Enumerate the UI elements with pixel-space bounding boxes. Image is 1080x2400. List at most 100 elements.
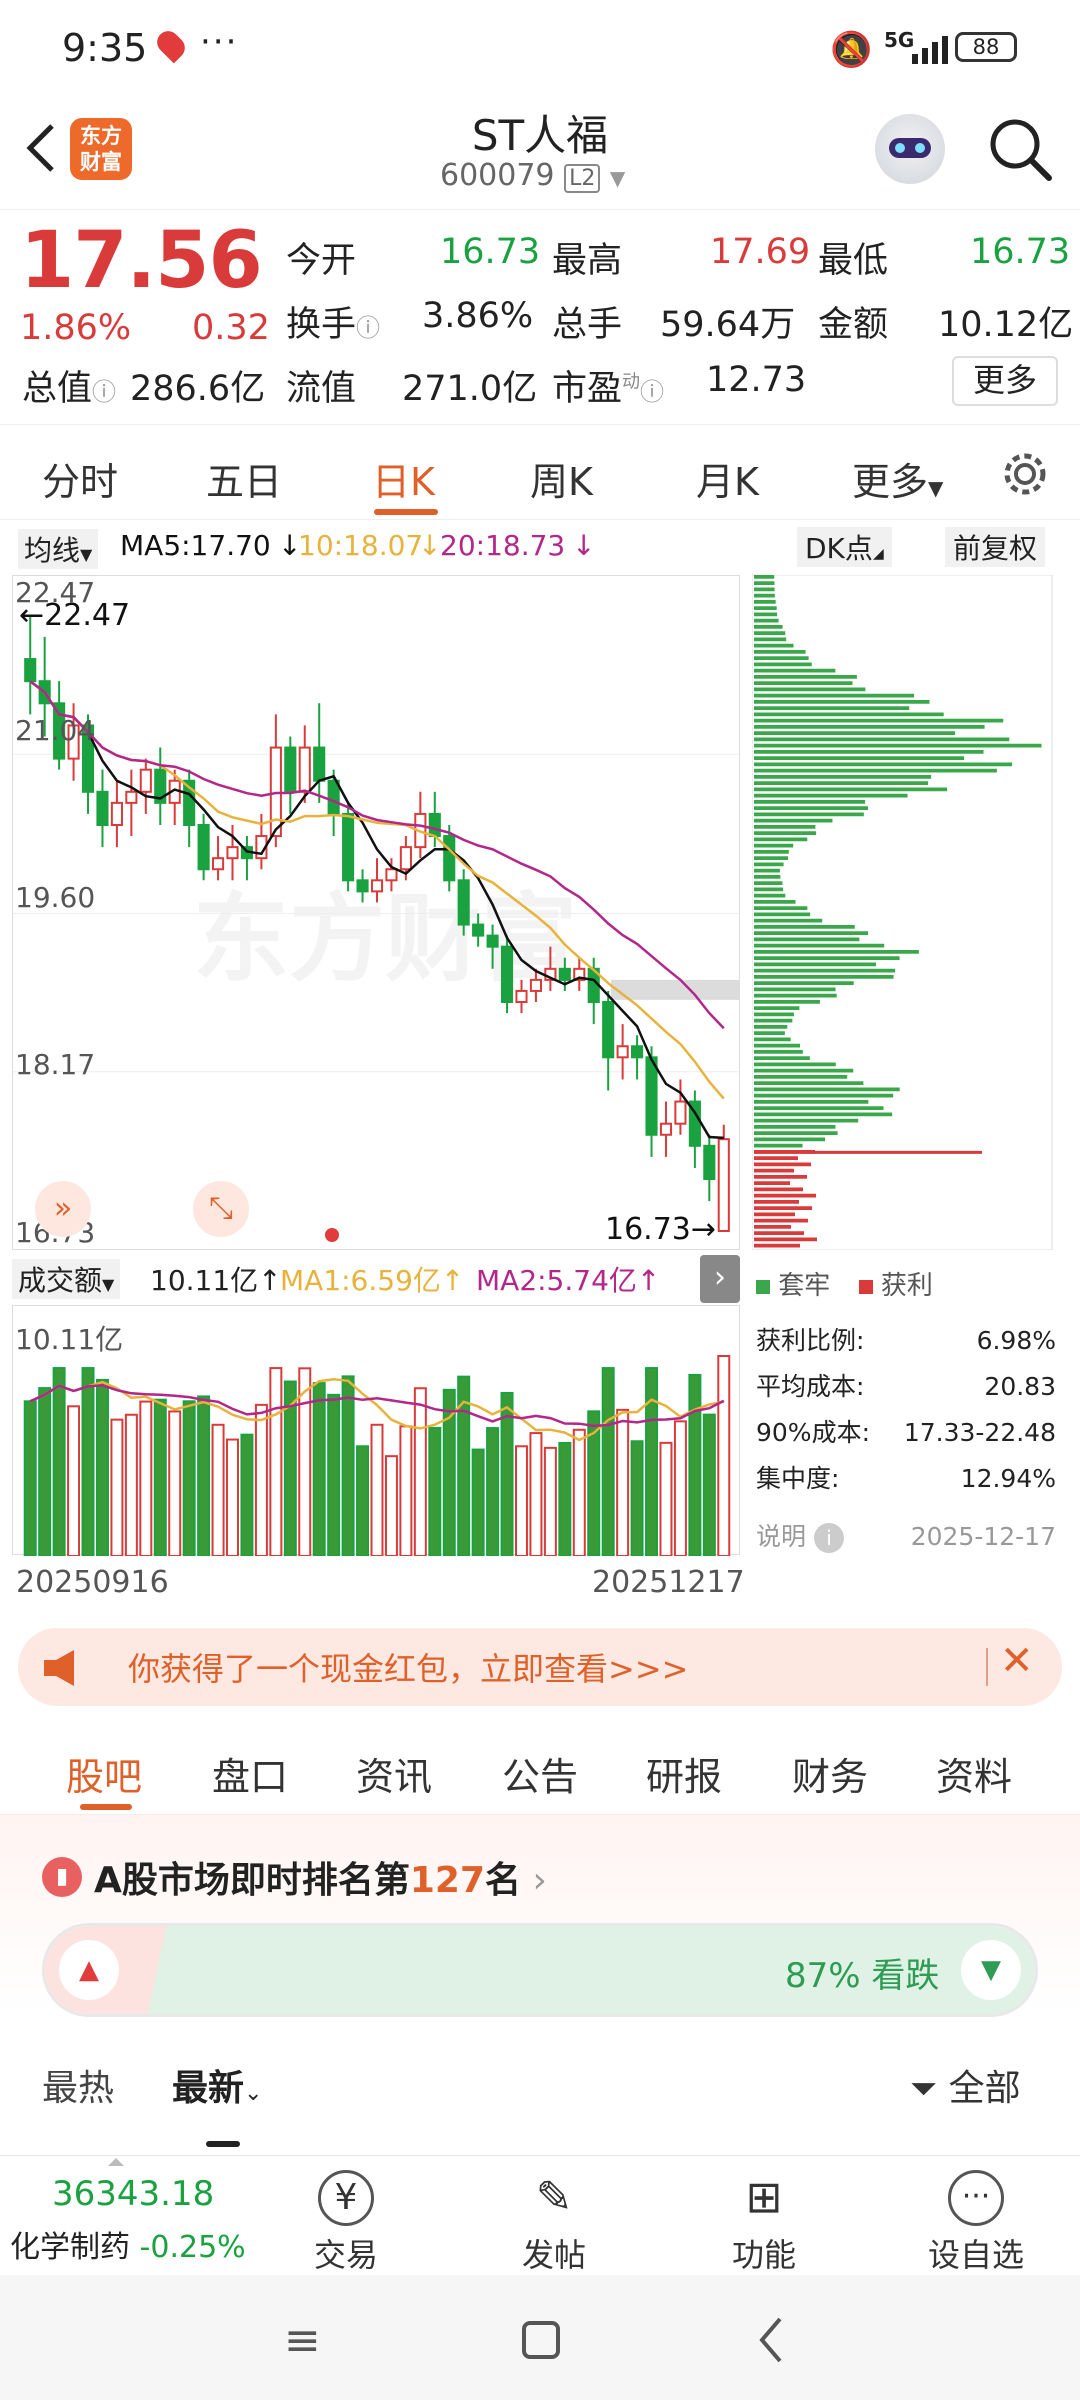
- active-tab-indicator: [374, 509, 438, 515]
- more-button[interactable]: 更多: [952, 356, 1058, 406]
- caret-up-icon: [108, 2158, 124, 2166]
- tab-more[interactable]: 更多▼: [852, 451, 943, 506]
- nav-add-watchlist[interactable]: ··· 设自选: [896, 2170, 1056, 2276]
- chip-distribution: [752, 575, 1053, 1250]
- back-nav-icon[interactable]: [756, 2315, 786, 2365]
- volume-bar-12: [197, 1395, 211, 1556]
- sentiment-bar: ▲ 87% 看跌 ▼: [42, 1923, 1038, 2017]
- cost90-row: 90%成本: 17.33-22.48: [756, 1418, 1056, 1447]
- expand-left-icon[interactable]: »: [35, 1181, 91, 1237]
- nav-functions[interactable]: ⊞ 功能: [684, 2170, 844, 2276]
- volume-bar-8: [139, 1400, 153, 1556]
- chip-bar-24: [754, 725, 985, 729]
- candle-41: [616, 1024, 629, 1080]
- tab-pankou[interactable]: 盘口: [212, 1746, 288, 1801]
- volume-bar-5: [95, 1378, 109, 1556]
- tab-profile[interactable]: 资料: [936, 1746, 1012, 1801]
- chip-bar-63: [754, 968, 896, 973]
- tab-finance[interactable]: 财务: [792, 1746, 868, 1801]
- bearish-button[interactable]: ▼: [961, 1940, 1021, 2000]
- event-dot[interactable]: [325, 1228, 339, 1242]
- chip-bar-43: [754, 843, 794, 848]
- nav-post[interactable]: ✎ 发帖: [474, 2170, 634, 2276]
- tab-guba[interactable]: 股吧: [66, 1746, 142, 1801]
- chip-bar-65: [754, 981, 854, 985]
- promo-banner[interactable]: 你获得了一个现金红包，立即查看>>> ✕: [18, 1628, 1062, 1706]
- volume-indicator-selector[interactable]: 成交额▼: [12, 1259, 121, 1299]
- content-tabs: 股吧 盘口 资讯 公告 研报 财务 资料: [0, 1720, 1080, 1815]
- system-nav-bar: ≡: [0, 2275, 1080, 2400]
- chip-bar-40: [754, 825, 816, 829]
- dk-point-selector[interactable]: DK点◢: [797, 527, 892, 567]
- amount-label: 金额: [818, 305, 889, 345]
- volume-bar-47: [702, 1413, 716, 1556]
- search-icon[interactable]: [985, 114, 1055, 184]
- chip-bar-78: [754, 1062, 836, 1067]
- index-ticker[interactable]: 36343.18 化学制药 -0.25%: [0, 2156, 250, 2276]
- bottom-nav: 36343.18 化学制药 -0.25% ¥ 交易 ✎ 发帖 ⊞ 功能 ··· 设自选: [0, 2155, 1080, 2275]
- settings-gear-icon[interactable]: [1000, 449, 1050, 499]
- chip-bar-44: [754, 850, 789, 854]
- chip-bar-90: [754, 1137, 826, 1142]
- chip-note[interactable]: 说明 i: [756, 1514, 844, 1560]
- candle-9: [154, 747, 167, 825]
- tab-daily-k[interactable]: 日K: [372, 451, 435, 506]
- fullscreen-icon[interactable]: ⤡: [193, 1181, 249, 1237]
- volume-bar-10: [168, 1410, 182, 1556]
- ranking-text[interactable]: A股市场即时排名第127名 ›: [94, 1851, 547, 1903]
- info-icon: ⓘ: [92, 378, 117, 406]
- tab-intraday[interactable]: 分时: [42, 451, 118, 506]
- volume-bar-15: [240, 1433, 254, 1556]
- tab-five-day[interactable]: 五日: [206, 451, 282, 506]
- tab-weekly-k[interactable]: 周K: [530, 451, 593, 506]
- change-amount: 0.32: [192, 308, 270, 348]
- chip-bar-34: [754, 787, 948, 792]
- chip-bar-94: [754, 1162, 811, 1167]
- nav-trade[interactable]: ¥ 交易: [266, 2170, 426, 2276]
- chip-bar-41: [754, 831, 817, 835]
- start-date: 20250916: [16, 1565, 169, 1600]
- level-badge: L2: [564, 164, 601, 193]
- volume-bar-27: [413, 1387, 427, 1556]
- chip-bar-16: [754, 675, 857, 679]
- chip-bar-4: [754, 600, 776, 604]
- chip-bar-69: [754, 1006, 800, 1010]
- candle-38: [573, 957, 586, 991]
- chip-bar-17: [754, 681, 853, 685]
- tab-research[interactable]: 研报: [646, 1746, 722, 1801]
- divider: [986, 1648, 988, 1686]
- tab-announcements[interactable]: 公告: [502, 1746, 578, 1801]
- tab-news[interactable]: 资讯: [356, 1746, 432, 1801]
- close-icon[interactable]: ✕: [1000, 1638, 1034, 1684]
- ma20-line: [29, 680, 725, 1030]
- tab-latest[interactable]: 最新⌄: [172, 2059, 262, 2111]
- candle-15: [240, 836, 254, 881]
- info-icon: ⓘ: [640, 378, 665, 406]
- tab-hot[interactable]: 最热: [42, 2059, 114, 2111]
- volume-bar-42: [630, 1440, 644, 1556]
- avg-cost-row: 平均成本: 20.83: [756, 1372, 1056, 1401]
- chip-bar-5: [754, 606, 777, 610]
- back-icon[interactable]: [20, 120, 64, 176]
- stock-code-row[interactable]: 600079 L2 ▼: [440, 158, 640, 193]
- volume-bar-26: [399, 1425, 413, 1556]
- amount-value: 10.12亿: [938, 305, 1074, 345]
- home-icon[interactable]: [522, 2321, 560, 2359]
- filter-button[interactable]: ⏷ 全部: [910, 2059, 1021, 2111]
- ai-assistant-icon[interactable]: [875, 114, 945, 184]
- adjust-selector[interactable]: 前复权: [945, 527, 1046, 567]
- indicator-selector[interactable]: 均线▼: [18, 529, 99, 569]
- low-label: 最低: [818, 241, 889, 281]
- chip-bar-8: [754, 625, 783, 629]
- app-logo: 东方 财富: [70, 118, 132, 180]
- collapse-arrow-icon[interactable]: ›: [700, 1255, 740, 1303]
- bullish-button[interactable]: ▲: [59, 1940, 119, 2000]
- bar-chart-icon: ▮: [42, 1857, 82, 1897]
- chip-bar-1: [754, 581, 775, 585]
- chip-bar-54: [754, 912, 811, 917]
- kline-chart[interactable]: 东方财富 22.47 21.04 19.60 18.17 16.73 ←22.4…: [12, 575, 741, 1250]
- chip-bar-19: [754, 693, 915, 698]
- y-axis-upper: 21.04: [15, 714, 96, 747]
- menu-icon[interactable]: ≡: [284, 2315, 321, 2366]
- tab-monthly-k[interactable]: 月K: [696, 451, 759, 506]
